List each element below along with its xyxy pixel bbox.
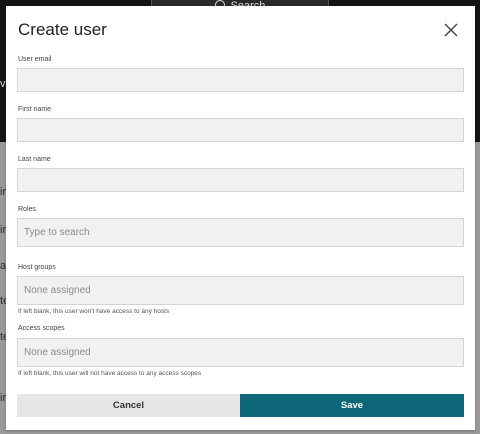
host-groups-value: None assigned bbox=[24, 285, 91, 296]
host-groups-select[interactable]: None assigned bbox=[17, 276, 464, 305]
save-button[interactable]: Save bbox=[240, 394, 464, 417]
last-name-label: Last name bbox=[18, 156, 51, 163]
dialog-title: Create user bbox=[18, 20, 107, 39]
access-scopes-hint: If left blank, this user will not have a… bbox=[18, 370, 202, 377]
first-name-label: First name bbox=[18, 106, 52, 113]
access-scopes-value: None assigned bbox=[24, 347, 91, 358]
last-name-input[interactable] bbox=[17, 168, 464, 192]
host-groups-label: Host groups bbox=[18, 264, 56, 271]
close-button[interactable] bbox=[442, 21, 460, 39]
user-email-label: User email bbox=[18, 56, 52, 63]
roles-label: Roles bbox=[18, 206, 36, 213]
dialog-footer: Cancel Save bbox=[17, 394, 464, 417]
user-email-input[interactable] bbox=[17, 68, 464, 92]
close-icon bbox=[444, 23, 458, 37]
access-scopes-select[interactable]: None assigned bbox=[17, 338, 464, 367]
create-user-dialog: Create user User email First name Last n… bbox=[6, 6, 475, 430]
cancel-button[interactable]: Cancel bbox=[17, 394, 240, 417]
first-name-input[interactable] bbox=[17, 118, 464, 142]
access-scopes-label: Access scopes bbox=[18, 325, 65, 332]
host-groups-hint: If left blank, this user won't have acce… bbox=[18, 308, 170, 315]
roles-search-input[interactable] bbox=[17, 218, 464, 247]
